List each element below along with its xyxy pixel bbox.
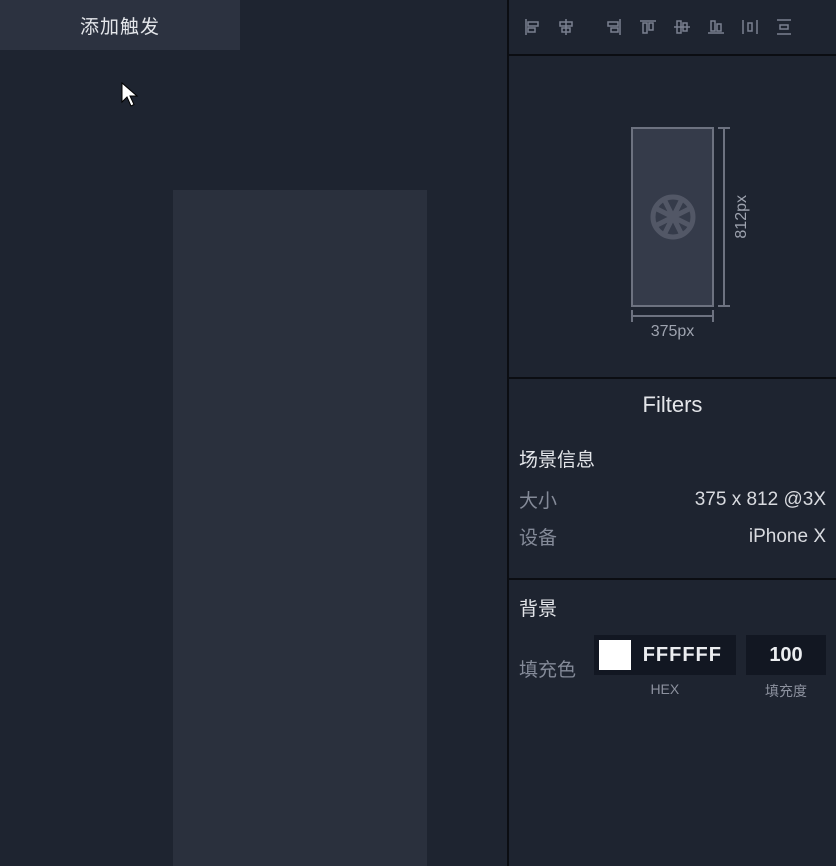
scene-size-label: 大小 (519, 486, 557, 513)
align-right-icon[interactable] (597, 10, 631, 44)
color-hex-input[interactable]: FFFFFF (639, 644, 736, 667)
scene-device-value: iPhone X (749, 526, 826, 548)
artboard-preview: 812px 375px (631, 127, 714, 307)
left-pane: 添加触发 (0, 0, 509, 866)
artboard-preview-section: 812px 375px (509, 56, 836, 379)
scene-size-row: 大小 375 x 812 @3X (519, 486, 826, 513)
hex-caption: HEX (650, 681, 679, 697)
background-title: 背景 (519, 594, 826, 621)
scene-device-label: 设备 (519, 523, 557, 550)
scene-size-value: 375 x 812 @3X (695, 489, 826, 511)
opacity-caption: 填充度 (765, 681, 807, 701)
tab-add-trigger[interactable]: 添加触发 (0, 0, 240, 50)
cursor-pointer-icon (121, 82, 139, 113)
filters-title: Filters (509, 379, 836, 431)
dimension-width: 375px (631, 315, 714, 341)
align-v-center-icon[interactable] (665, 10, 699, 44)
fill-row: 填充色 FFFFFF HEX 100 填充度 (519, 635, 826, 701)
canvas-artboard[interactable] (173, 190, 427, 866)
align-bottom-icon[interactable] (699, 10, 733, 44)
color-swatch[interactable] (599, 640, 631, 670)
tab-label: 添加触发 (80, 12, 160, 39)
tab-bar: 添加触发 (0, 0, 507, 50)
dimension-width-label: 375px (651, 323, 695, 341)
fill-label: 填充色 (519, 655, 576, 682)
distribute-v-icon[interactable] (767, 10, 801, 44)
scene-info-section: 场景信息 大小 375 x 812 @3X 设备 iPhone X (509, 431, 836, 580)
color-hex-group: FFFFFF HEX (594, 635, 736, 697)
align-top-icon[interactable] (631, 10, 665, 44)
distribute-h-icon[interactable] (733, 10, 767, 44)
dimension-height-label: 812px (733, 195, 751, 239)
align-left-icon[interactable] (515, 10, 549, 44)
alignment-toolbar (509, 0, 836, 56)
scene-info-title: 场景信息 (519, 445, 826, 472)
opacity-input[interactable]: 100 (746, 635, 826, 675)
dimension-height: 812px (723, 127, 751, 307)
scene-device-row: 设备 iPhone X (519, 523, 826, 550)
preview-frame[interactable] (631, 127, 714, 307)
align-h-center-icon[interactable] (549, 10, 583, 44)
background-section: 背景 填充色 FFFFFF HEX 100 填充度 (509, 580, 836, 719)
opacity-group: 100 填充度 (746, 635, 826, 701)
inspector-pane: 812px 375px Filters 场景信息 大小 375 x 812 @3… (509, 0, 836, 866)
weave-logo-icon (649, 193, 697, 241)
